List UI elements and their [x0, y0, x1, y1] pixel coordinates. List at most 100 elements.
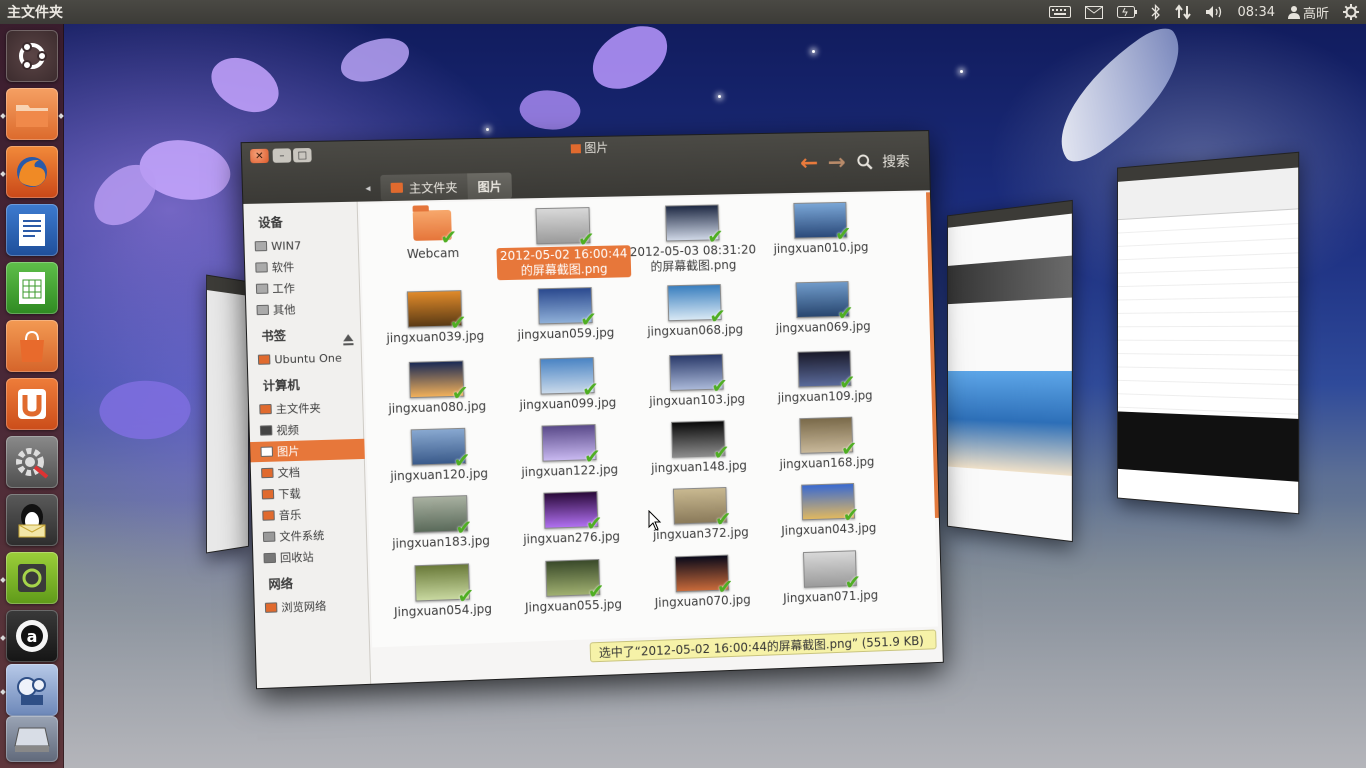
file-item[interactable]: ✔ jingxuan080.jpg [368, 359, 505, 417]
file-name-label: jingxuan168.jpg [779, 454, 875, 472]
libreoffice-calc-icon [19, 272, 45, 304]
file-icon-view[interactable]: ✔ Webcam ✔ 2012-05-02 16:00:44的屏幕截图.png ✔ 201… [359, 192, 938, 648]
synced-check-icon: ✔ [836, 300, 854, 325]
synced-check-icon: ✔ [842, 502, 860, 527]
file-item[interactable]: ✔ Jingxuan043.jpg [762, 482, 895, 540]
sidebar-item-icon [259, 425, 273, 436]
launcher-workspace-switcher-button[interactable] [6, 552, 58, 604]
sidebar-item-label: 文档 [277, 465, 301, 480]
sidebar-item[interactable]: Ubuntu One [257, 347, 361, 370]
file-item[interactable]: ✔ jingxuan122.jpg [501, 423, 636, 481]
synced-check-icon: ✔ [709, 303, 727, 329]
folder-icon [16, 105, 48, 127]
file-item[interactable]: ✔ jingxuan068.jpg [628, 283, 762, 340]
sidebar-item[interactable]: 软件 [255, 255, 358, 277]
launcher-calc-button[interactable] [6, 262, 58, 314]
file-item[interactable]: ✔ jingxuan099.jpg [500, 356, 635, 414]
file-item[interactable]: ✔ jingxuan069.jpg [756, 280, 889, 337]
launcher-home-folder-button[interactable] [6, 88, 58, 140]
background-window-left[interactable] [206, 274, 249, 554]
file-item[interactable]: ✔ jingxuan183.jpg [372, 494, 509, 553]
user-menu[interactable]: 高昕 [1281, 0, 1336, 24]
launcher-writer-button[interactable] [6, 204, 58, 256]
clock[interactable]: 08:34 [1232, 0, 1281, 24]
file-item[interactable]: ✔ jingxuan120.jpg [370, 427, 507, 485]
file-item[interactable]: ✔ Jingxuan071.jpg [764, 549, 897, 607]
file-item[interactable]: ✔ jingxuan109.jpg [758, 349, 891, 406]
breadcrumb-home[interactable]: 主文件夹 [380, 173, 468, 202]
keyboard-icon[interactable] [1042, 0, 1078, 24]
path-left-arrow-icon[interactable]: ◂ [365, 183, 370, 194]
sidebar-item-label: 图片 [276, 444, 300, 459]
background-window-browser[interactable] [947, 199, 1073, 543]
firefox-icon [17, 157, 47, 187]
breadcrumb-home-label: 主文件夹 [408, 180, 458, 196]
file-item[interactable]: ✔ jingxuan010.jpg [754, 201, 887, 257]
launcher-video-button[interactable] [6, 664, 58, 716]
launcher-firefox-button[interactable] [6, 146, 58, 198]
image-thumbnail: ✔ [543, 491, 603, 535]
image-thumbnail: ✔ [795, 281, 854, 325]
launcher-qq-mail-button[interactable] [6, 494, 58, 546]
power-gear-icon[interactable] [1336, 0, 1366, 24]
focused-indicator [58, 113, 64, 119]
launcher-scanner-button[interactable] [6, 716, 58, 762]
sidebar-item-icon [255, 262, 268, 273]
file-item[interactable]: ✔ jingxuan168.jpg [760, 416, 893, 473]
battery-icon[interactable] [1110, 0, 1144, 24]
network-icon[interactable] [1168, 0, 1198, 24]
penguin-mail-icon [18, 504, 46, 538]
launcher-dash-button[interactable] [6, 30, 58, 82]
mail-icon[interactable] [1078, 0, 1110, 24]
file-manager-window[interactable]: ✕ – □ 图片 ← → 搜索 ◂ 主文件夹 图片 设备 WIN7 软件 工作 其他 书签… [240, 130, 944, 690]
eject-icon[interactable] [343, 334, 354, 342]
bluetooth-icon[interactable] [1144, 0, 1168, 24]
file-name-label: Jingxuan070.jpg [654, 592, 751, 610]
sidebar-item[interactable]: WIN7 [254, 234, 358, 256]
sidebar-item-icon [257, 354, 271, 365]
launcher-software-center-button[interactable] [6, 320, 58, 372]
top-panel: 主文件夹 08:34 高昕 [0, 0, 1366, 24]
file-item[interactable]: ✔ Jingxuan055.jpg [505, 558, 640, 617]
breadcrumb-current[interactable]: 图片 [467, 172, 513, 200]
file-item[interactable]: ✔ jingxuan276.jpg [503, 490, 638, 548]
file-item[interactable]: ✔ Jingxuan070.jpg [635, 553, 769, 611]
file-item[interactable]: ✔ jingxuan148.jpg [631, 419, 765, 477]
file-item[interactable]: ✔ 2012-05-02 16:00:44的屏幕截图.png [495, 206, 632, 281]
sidebar-item-label: 文件系统 [279, 528, 325, 544]
file-name-label: jingxuan276.jpg [523, 529, 621, 547]
sidebar-item[interactable]: 文档 [261, 460, 364, 483]
file-name-label: jingxuan010.jpg [773, 240, 869, 256]
file-item[interactable]: ✔ jingxuan103.jpg [629, 353, 763, 410]
window-header[interactable]: ✕ – □ 图片 ← → 搜索 ◂ 主文件夹 图片 [241, 131, 930, 204]
sidebar-item[interactable]: 其他 [256, 298, 359, 321]
sidebar-item-label: 回收站 [279, 550, 314, 565]
image-thumbnail: ✔ [545, 558, 605, 603]
ubuntu-logo-icon [19, 42, 47, 70]
launcher-system-settings-button[interactable] [6, 436, 58, 488]
file-item[interactable]: ✔ jingxuan039.jpg [366, 289, 503, 347]
sidebar-item[interactable]: 浏览网络 [264, 594, 367, 618]
sidebar-item[interactable]: 主文件夹 [259, 396, 362, 419]
file-item[interactable]: ✔ jingxuan059.jpg [498, 286, 633, 343]
synced-check-icon: ✔ [838, 370, 856, 395]
sidebar-item-icon [262, 510, 275, 521]
file-item[interactable]: ✔ 2012-05-03 08:31:20的屏幕截图.png [625, 204, 760, 276]
sidebar-item[interactable]: 视频 [259, 418, 363, 441]
sidebar-item[interactable]: 文件系统 [262, 524, 365, 548]
volume-icon[interactable] [1198, 0, 1232, 24]
sidebar-item-icon [263, 552, 277, 564]
synced-check-icon: ✔ [587, 578, 605, 604]
sidebar-item[interactable]: 音乐 [262, 502, 364, 525]
background-window-music-player[interactable] [1117, 151, 1300, 515]
launcher-amarok-button[interactable]: a [6, 610, 58, 662]
folder-item[interactable]: ✔ Webcam [364, 209, 501, 263]
sidebar-item[interactable]: 工作 [255, 276, 359, 299]
sidebar-item[interactable]: 回收站 [263, 545, 365, 569]
sidebar-item-icon [254, 240, 268, 252]
sidebar-item[interactable]: 下载 [261, 481, 365, 504]
sidebar-item[interactable]: 图片 [250, 438, 365, 463]
file-item[interactable]: ✔ Jingxuan054.jpg [374, 562, 511, 621]
synced-check-icon: ✔ [455, 515, 473, 540]
launcher-ubuntu-one-button[interactable] [6, 378, 58, 430]
